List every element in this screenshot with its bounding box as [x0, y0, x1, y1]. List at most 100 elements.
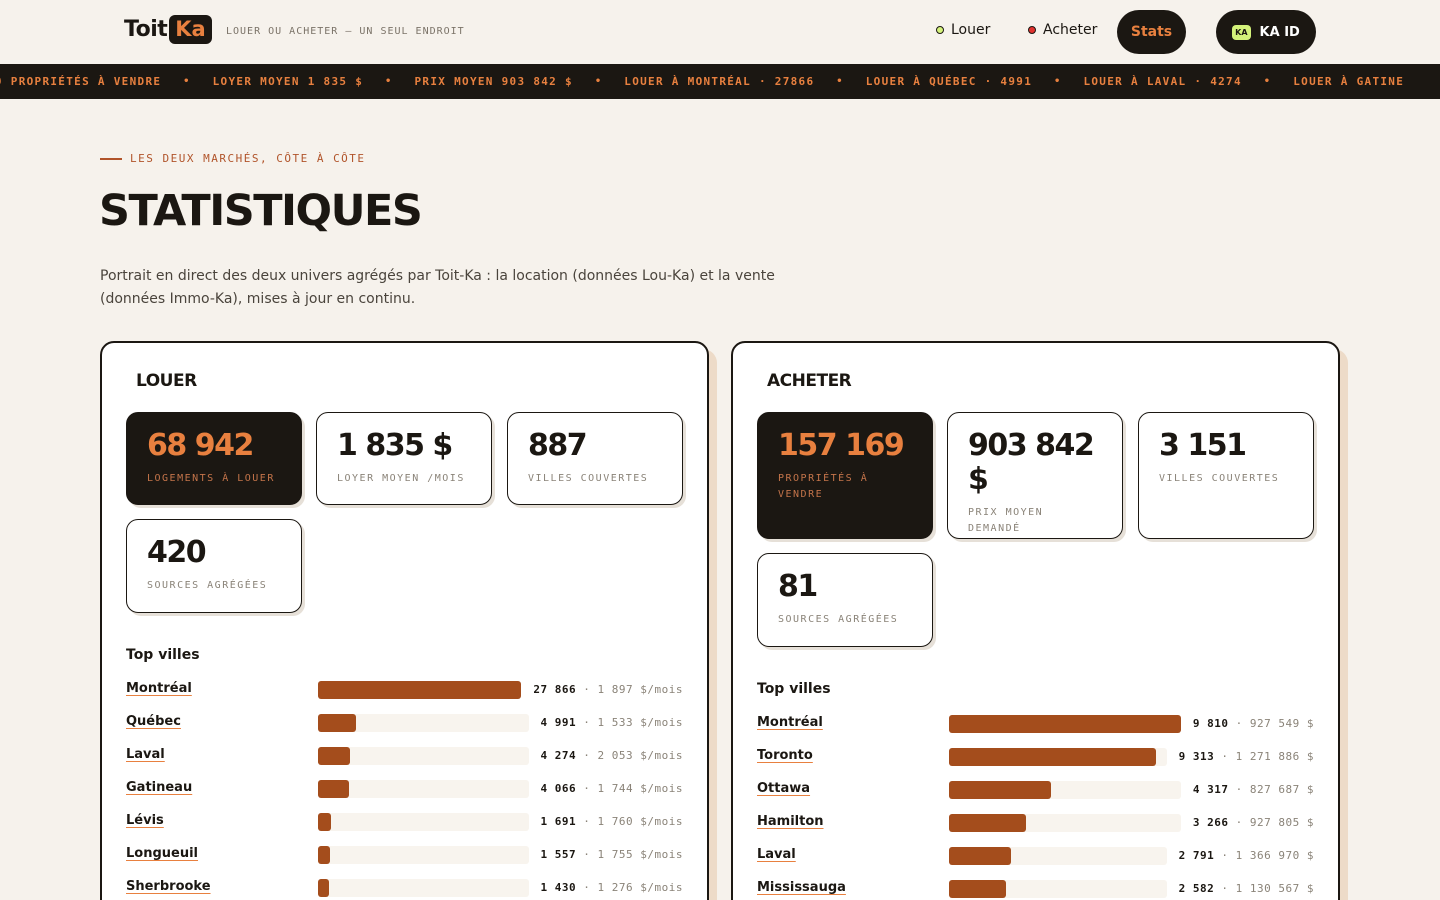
city-bar-fill: [949, 880, 1006, 898]
city-count: 4 066: [540, 782, 577, 795]
city-bar-fill: [949, 715, 1181, 733]
ticker-item: LOUER À QUÉBEC · 4991 •: [866, 75, 1062, 88]
ticker-text: LOUER À GATINE: [1293, 75, 1405, 88]
nav-louer-link[interactable]: Louer: [936, 22, 990, 38]
meta-separator: ·: [1228, 816, 1250, 829]
city-average: 1 366 970 $: [1235, 849, 1314, 862]
city-count: 1 691: [540, 815, 577, 828]
city-link[interactable]: Québec: [126, 714, 181, 729]
city-row: Laval 2 791 · 1 366 970 $: [757, 846, 1314, 866]
city-bar-track: [318, 714, 529, 732]
city-count: 4 274: [540, 749, 577, 762]
city-bar-track: [318, 681, 521, 699]
acheter-stat-sources: 81 SOURCES AGRÉGÉES: [757, 553, 933, 647]
ticker-text: PRIX MOYEN 903 842 $: [414, 75, 573, 88]
city-meta: 1 557 · 1 755 $/mois: [541, 848, 683, 861]
louer-panel: LOUER 68 942 LOGEMENTS À LOUER 1 835 $ L…: [100, 341, 709, 900]
city-link[interactable]: Toronto: [757, 748, 813, 763]
city-link[interactable]: Hamilton: [757, 814, 824, 829]
ticker-separator-icon: •: [594, 76, 603, 87]
city-link[interactable]: Longueuil: [126, 846, 198, 861]
acheter-dot-icon: [1028, 26, 1036, 34]
eyebrow-text: LES DEUX MARCHÉS, CÔTE À CÔTE: [130, 152, 366, 165]
city-bar-track: [949, 748, 1167, 766]
city-average: 1 760 $/mois: [597, 815, 683, 828]
nav-stats-button[interactable]: Stats: [1117, 10, 1186, 54]
city-link[interactable]: Ottawa: [757, 781, 810, 796]
stat-label: SOURCES AGRÉGÉES: [778, 614, 899, 625]
city-average: 2 053 $/mois: [597, 749, 683, 762]
city-bar-track: [949, 781, 1181, 799]
meta-separator: ·: [1228, 717, 1250, 730]
city-bar-track: [318, 813, 529, 831]
city-average: 927 805 $: [1249, 816, 1314, 829]
city-row: Longueuil 1 557 · 1 755 $/mois: [126, 845, 683, 865]
ticker-text: LOUER À LAVAL · 4274: [1083, 75, 1242, 88]
city-row: Gatineau 4 066 · 1 744 $/mois: [126, 779, 683, 799]
acheter-stat-cities: 3 151 VILLES COUVERTES: [1138, 412, 1314, 539]
city-bar-track: [949, 847, 1167, 865]
city-average: 1 755 $/mois: [597, 848, 683, 861]
city-average: 927 549 $: [1249, 717, 1314, 730]
meta-separator: ·: [576, 848, 598, 861]
city-bar-fill: [949, 781, 1051, 799]
city-bar-fill: [318, 813, 331, 831]
stat-label: VILLES COUVERTES: [528, 473, 649, 484]
ticker-item: LOUER À MONTRÉAL · 27866 •: [624, 75, 843, 88]
city-meta: 2 582 · 1 130 567 $: [1179, 882, 1314, 895]
acheter-stat-avg-price: 903 842 $ PRIX MOYEN DEMANDÉ: [947, 412, 1123, 539]
city-bar-track: [949, 880, 1167, 898]
city-bar-fill: [318, 780, 349, 798]
city-count: 9 810: [1192, 717, 1229, 730]
city-link[interactable]: Lévis: [126, 813, 164, 828]
city-link[interactable]: Laval: [757, 847, 796, 862]
city-bar-track: [318, 747, 529, 765]
top-header: Toit Ka LOUER OU ACHETER — UN SEUL ENDRO…: [0, 0, 1440, 64]
stat-value: 68 942: [147, 428, 254, 463]
city-bar-fill: [949, 847, 1011, 865]
city-meta: 4 991 · 1 533 $/mois: [541, 716, 683, 729]
city-bar-fill: [318, 714, 356, 732]
eyebrow-line: [100, 157, 122, 160]
stat-value: 887: [528, 428, 588, 463]
meta-separator: ·: [1214, 849, 1236, 862]
nav-acheter-link[interactable]: Acheter: [1028, 22, 1097, 38]
city-average: 1 271 886 $: [1235, 750, 1314, 763]
city-row: Québec 4 991 · 1 533 $/mois: [126, 713, 683, 733]
city-bar-fill: [318, 879, 329, 897]
ticker-item: 69 PROPRIÉTÉS À VENDRE •: [0, 75, 191, 88]
ka-id-button[interactable]: KA KA ID: [1216, 10, 1316, 54]
ticker-separator-icon: •: [385, 76, 393, 87]
city-meta: 4 274 · 2 053 $/mois: [541, 749, 683, 762]
acheter-top-cities-title: Top villes: [757, 681, 831, 697]
city-link[interactable]: Gatineau: [126, 780, 192, 795]
meta-separator: ·: [576, 815, 598, 828]
city-bar-track: [318, 879, 529, 897]
city-count: 1 557: [540, 848, 577, 861]
city-bar-fill: [318, 681, 521, 699]
ticker-track: 69 PROPRIÉTÉS À VENDRE • LOYER MOYEN 1 835…: [0, 75, 1426, 88]
city-average: 827 687 $: [1249, 783, 1314, 796]
city-link[interactable]: Mississauga: [757, 880, 846, 895]
stat-label: LOGEMENTS À LOUER: [147, 473, 275, 484]
city-link[interactable]: Montréal: [757, 715, 823, 730]
city-link[interactable]: Sherbrooke: [126, 879, 211, 894]
city-meta: 27 866 · 1 897 $/mois: [533, 683, 683, 696]
nav-acheter-label: Acheter: [1043, 22, 1098, 38]
ticker-text: LOYER MOYEN 1 835 $: [212, 75, 364, 88]
acheter-panel: ACHETER 157 169 PROPRIÉTÉS À VENDRE 903 …: [731, 341, 1340, 900]
acheter-panel-title: ACHETER: [767, 371, 852, 391]
meta-separator: ·: [576, 881, 598, 894]
ticker-text: LOUER À QUÉBEC · 4991: [865, 75, 1033, 88]
city-link[interactable]: Laval: [126, 747, 165, 762]
city-bar-fill: [949, 748, 1156, 766]
city-bar-track: [949, 814, 1181, 832]
ticker-separator-icon: •: [183, 76, 191, 87]
section-eyebrow: LES DEUX MARCHÉS, CÔTE À CÔTE: [100, 152, 366, 165]
city-link[interactable]: Montréal: [126, 681, 192, 696]
stat-value: 3 151: [1159, 428, 1247, 463]
ticker-item: PRIX MOYEN 903 842 $ •: [414, 75, 602, 88]
ticker-separator-icon: •: [1054, 76, 1062, 87]
city-row: Ottawa 4 317 · 827 687 $: [757, 780, 1314, 800]
louer-dot-icon: [936, 26, 944, 34]
